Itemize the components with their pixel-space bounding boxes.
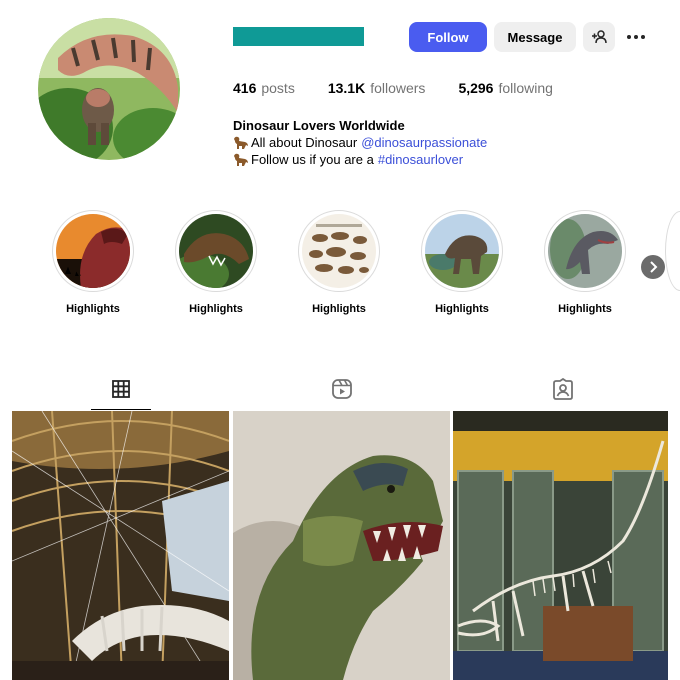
profile-avatar[interactable] (38, 18, 180, 160)
highlight-cover-image (425, 214, 499, 288)
more-icon (627, 35, 631, 39)
dinosaur-emoji-icon (234, 153, 248, 166)
highlights-next-button[interactable] (641, 255, 665, 279)
followers-stat[interactable]: 13.1K followers (328, 80, 426, 96)
highlight-label: Highlights (189, 303, 243, 315)
highlight-item-partial[interactable] (665, 211, 680, 291)
posts-label: posts (261, 80, 295, 96)
posts-stat: 416 posts (233, 80, 295, 96)
bio-hashtag-link[interactable]: #dinosaurlover (378, 151, 463, 168)
profile-stats: 416 posts 13.1K followers 5,296 followin… (233, 80, 586, 96)
highlight-item[interactable]: Highlights (420, 210, 504, 315)
grid-icon (112, 380, 130, 398)
post-thumbnail[interactable] (233, 411, 450, 680)
highlight-item[interactable]: Highlights (51, 210, 135, 315)
highlight-item[interactable]: Highlights (543, 210, 627, 315)
bio-line-2: Follow us if you are a #dinosaurlover (233, 151, 487, 168)
more-options-button[interactable] (623, 26, 649, 48)
post-thumbnail[interactable] (453, 411, 668, 680)
dinosaur-emoji-icon (234, 136, 248, 149)
bio-line-1: All about Dinosaur @dinosaurpassionate (233, 134, 487, 151)
tab-tagged[interactable] (533, 368, 593, 410)
reels-icon (332, 379, 352, 399)
following-label: following (498, 80, 553, 96)
highlight-label: Highlights (435, 303, 489, 315)
profile-tabs (12, 368, 668, 410)
tab-posts[interactable] (91, 368, 151, 410)
follow-button[interactable]: Follow (409, 22, 487, 52)
highlight-label: Highlights (66, 303, 120, 315)
tagged-icon (553, 378, 573, 400)
profile-bio: Dinosaur Lovers Worldwide All about Dino… (233, 117, 487, 168)
highlight-cover-image (56, 214, 130, 288)
tab-reels[interactable] (312, 368, 372, 410)
username-redacted-bar (233, 27, 364, 46)
bio-line-2-text: Follow us if you are a (251, 152, 374, 167)
post-thumbnail[interactable] (12, 411, 229, 680)
highlight-item[interactable]: Highlights (174, 210, 258, 315)
suggest-users-button[interactable] (583, 22, 615, 52)
bio-mention-link[interactable]: @dinosaurpassionate (361, 134, 487, 151)
bio-line-1-text: All about Dinosaur (251, 135, 358, 150)
highlight-label: Highlights (558, 303, 612, 315)
chevron-right-icon (650, 261, 658, 273)
highlight-cover-image (179, 214, 253, 288)
bio-display-name: Dinosaur Lovers Worldwide (233, 118, 405, 133)
posts-count: 416 (233, 80, 257, 96)
followers-label: followers (370, 80, 426, 96)
highlight-label: Highlights (312, 303, 366, 315)
message-button[interactable]: Message (494, 22, 576, 52)
followers-count: 13.1K (327, 80, 366, 96)
following-count: 5,296 (458, 80, 494, 96)
highlight-cover-image (548, 214, 622, 288)
add-user-icon (592, 30, 607, 44)
following-stat[interactable]: 5,296 following (458, 80, 553, 96)
highlight-cover-image (302, 214, 376, 288)
highlight-item[interactable]: Highlights (297, 210, 381, 315)
